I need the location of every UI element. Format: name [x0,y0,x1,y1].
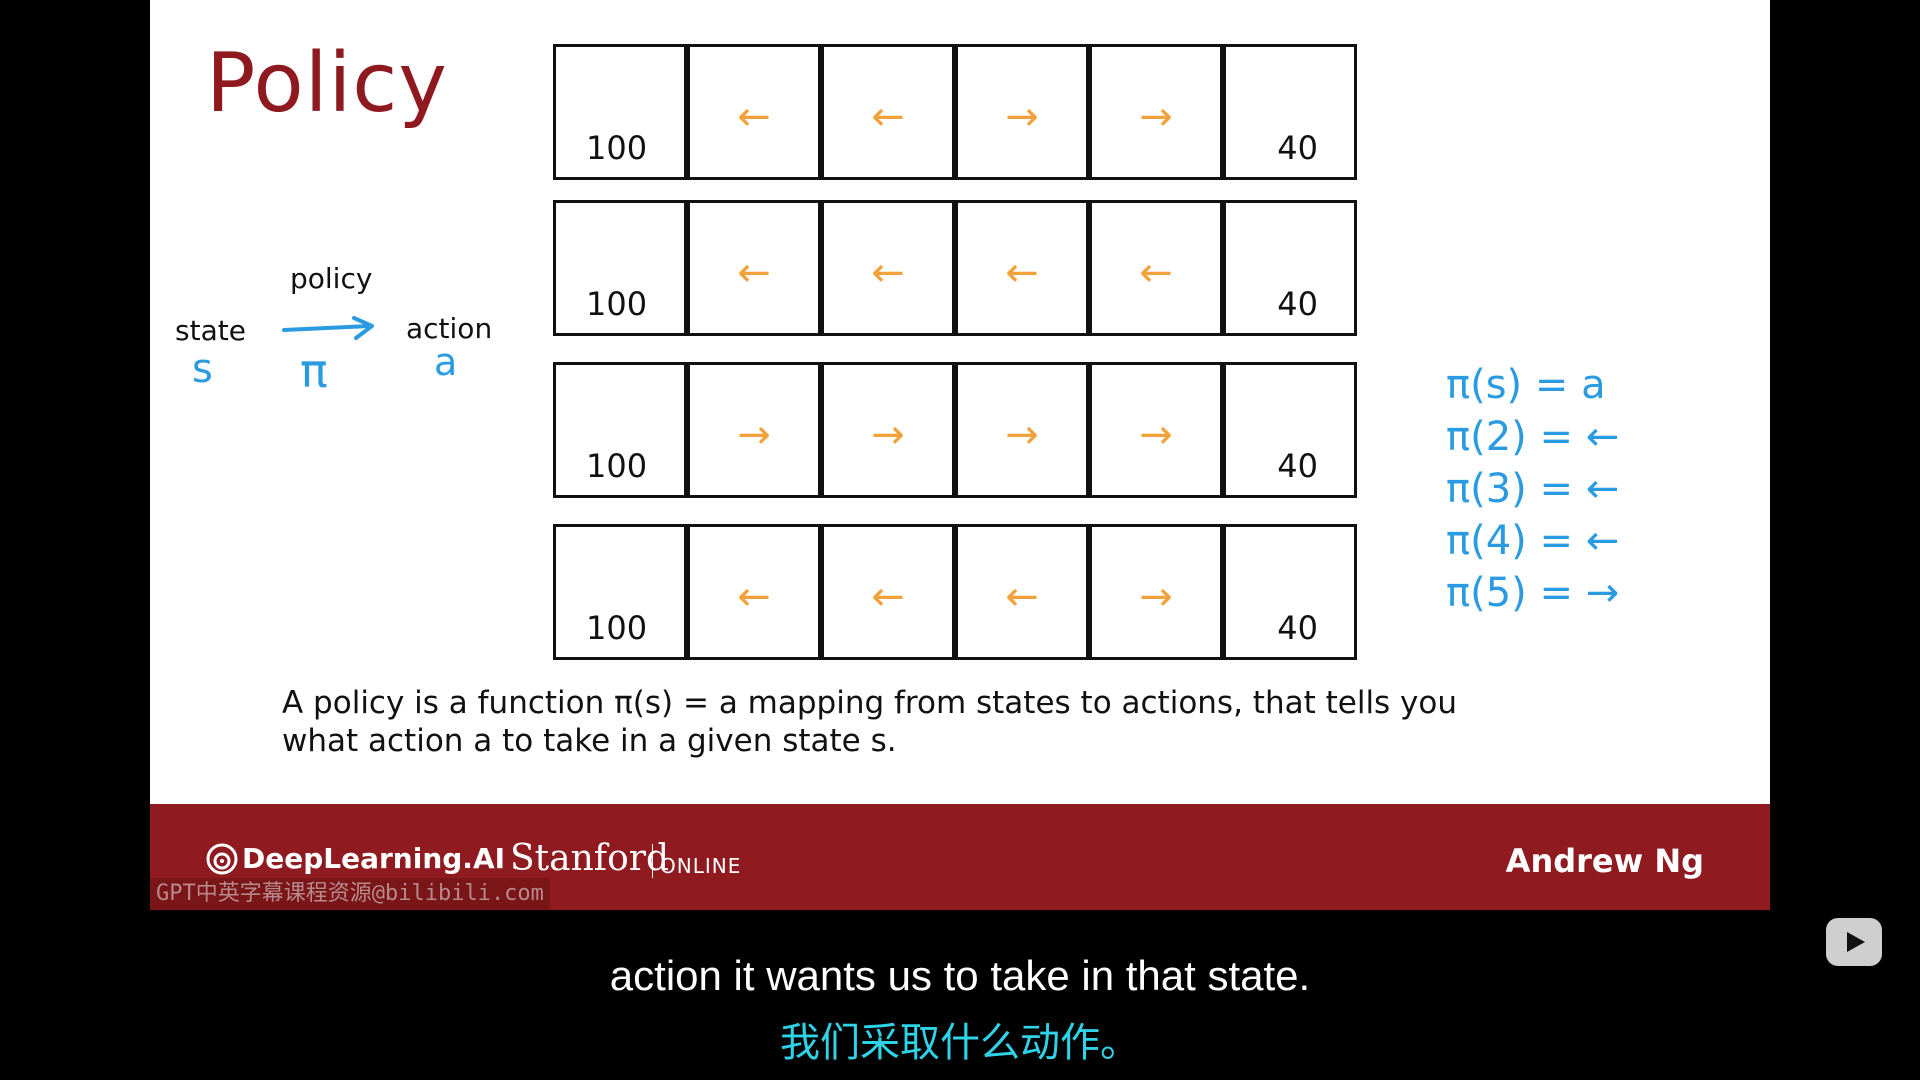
grid-row: 100 ← ← → → 40 [553,44,1357,180]
grid-cell: → [687,362,821,498]
bilibili-play-button[interactable] [1826,918,1882,966]
grid-cell: 40 [1223,524,1357,660]
subtitle-english: action it wants us to take in that state… [609,952,1311,999]
right-arrow-icon: → [1139,412,1173,458]
grid-cell: 100 [553,524,687,660]
left-arrow-icon: ← [871,250,905,296]
handwritten-equation: π(5) = → [1446,570,1620,616]
grid-cell: ← [955,200,1089,336]
left-arrow-icon: ← [1005,250,1039,296]
right-arrow-icon: → [1005,412,1039,458]
grid-cell: 40 [1223,200,1357,336]
grid-cell: 100 [553,200,687,336]
left-arrow-icon: ← [1005,574,1039,620]
grid-cell: ← [821,524,955,660]
cell-reward-value: 100 [586,285,648,323]
subtitle-chinese: 我们采取什么动作。 [780,1020,1140,1066]
grid-cell: ← [687,44,821,180]
deeplearning-logo-icon [206,843,238,874]
right-arrow-icon: → [1005,94,1039,140]
grid-cell: → [955,362,1089,498]
right-arrow-icon: → [1139,94,1173,140]
grid-cell: 40 [1223,44,1357,180]
left-arrow-icon: ← [871,574,905,620]
grid-cell: 100 [553,44,687,180]
right-arrow-icon: → [871,412,905,458]
grid-row: 100 ← ← ← → 40 [553,524,1357,660]
left-arrow-icon: ← [871,94,905,140]
cell-reward-value: 40 [1277,285,1318,323]
caption-line-2: what action a to take in a given state s… [282,723,897,759]
cell-reward-value: 100 [586,609,648,647]
grid-cell: 100 [553,362,687,498]
left-arrow-icon: ← [1139,250,1173,296]
grid-cell: ← [821,200,955,336]
cell-reward-value: 40 [1277,447,1318,485]
grid-cell: ← [687,200,821,336]
handwritten-equation: π(3) = ← [1446,466,1620,512]
cell-reward-value: 40 [1277,609,1318,647]
grid-cell: → [955,44,1089,180]
cell-reward-value: 100 [586,447,648,485]
deeplearning-logo-text: DeepLearning.AI [242,842,506,875]
author-name: Andrew Ng [1505,842,1704,880]
slide-title: Policy [206,36,448,131]
left-arrow-icon: ← [737,94,771,140]
right-arrow-icon: → [737,412,771,458]
policy-label: policy [290,262,373,295]
play-icon [1847,932,1865,952]
cell-reward-value: 40 [1277,129,1318,167]
action-symbol: a [434,340,458,384]
stanford-separator [652,844,653,878]
left-arrow-icon: ← [737,250,771,296]
policy-caption: A policy is a function π(s) = a mapping … [282,684,1532,760]
handwritten-equation: π(s) = a [1446,362,1606,408]
grid-cell: → [1089,524,1223,660]
stanford-online-text: ONLINE [660,854,742,878]
grid-cell: ← [955,524,1089,660]
grid-row: 100 → → → → 40 [553,362,1357,498]
grid-cell: → [1089,44,1223,180]
grid-cell: ← [821,44,955,180]
grid-cell: → [821,362,955,498]
grid-cell: ← [1089,200,1223,336]
grid-cell: → [1089,362,1223,498]
pi-symbol: π [300,344,328,398]
slide: Policy policy state action s π a 100 ← ← → →… [150,0,1770,910]
grid-row: 100 ← ← ← ← 40 [553,200,1357,336]
grid-cell: 40 [1223,362,1357,498]
caption-line-1: A policy is a function π(s) = a mapping … [282,685,1458,721]
handwritten-equation: π(2) = ← [1446,414,1620,460]
policy-arrow-icon [282,316,374,340]
state-symbol: s [192,346,213,392]
state-label: state [175,314,246,347]
stanford-logo: Stanford [510,838,670,879]
cell-reward-value: 100 [586,129,648,167]
left-arrow-icon: ← [737,574,771,620]
grid-cell: ← [687,524,821,660]
right-arrow-icon: → [1139,574,1173,620]
handwritten-equation: π(4) = ← [1446,518,1620,564]
deeplearning-logo: DeepLearning.AI [206,842,505,875]
watermark: GPT中英字幕课程资源@bilibili.com [150,878,550,910]
